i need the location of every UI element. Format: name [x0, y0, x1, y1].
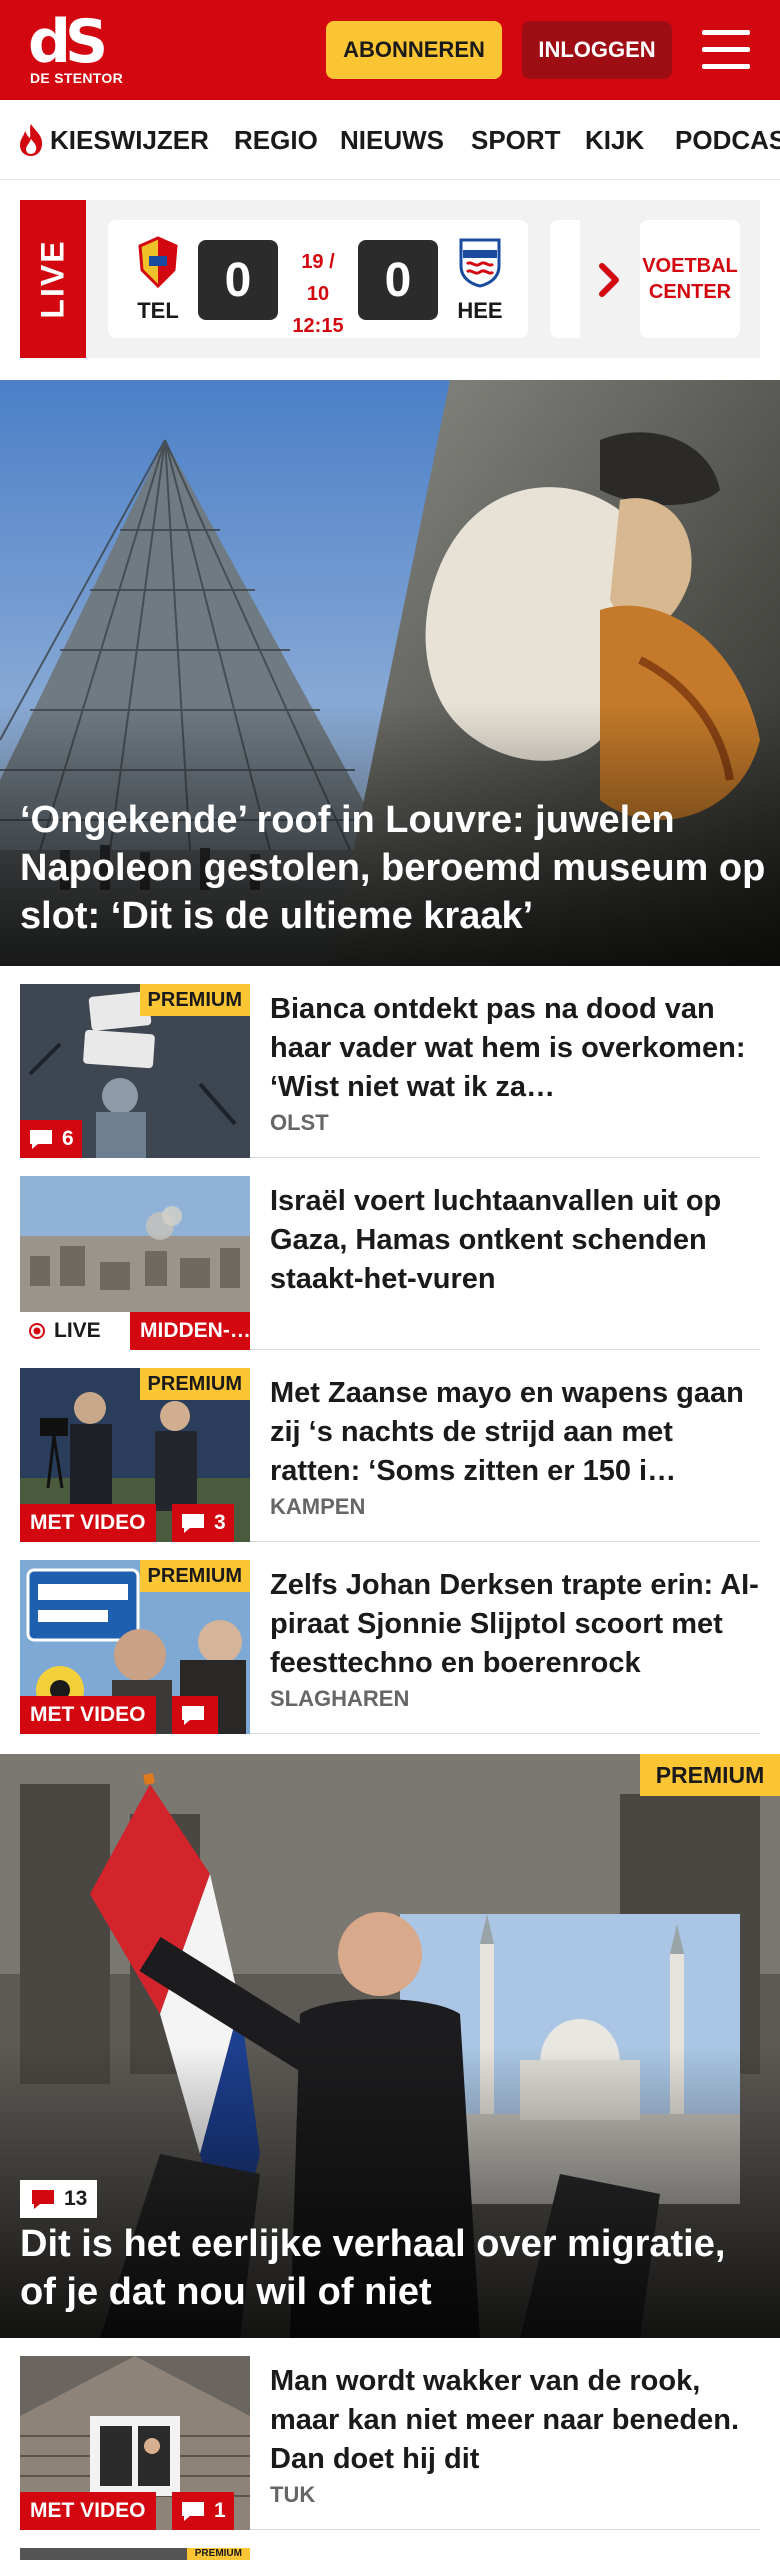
nav-item-nieuws[interactable]: NIEUWS [340, 100, 444, 179]
article-thumbnail: PREMIUM 6 [20, 984, 250, 1158]
article-title[interactable]: Met Zaanse mayo en wapens gaan zij ‘s na… [270, 1374, 760, 1491]
article-location: TUK [270, 2482, 316, 2507]
comment-count[interactable]: 6 [20, 1120, 82, 1158]
comment-icon [182, 1706, 204, 1725]
subscribe-button[interactable]: ABONNEREN [326, 21, 502, 79]
premium-badge: PREMIUM [186, 2548, 250, 2560]
article-title[interactable]: Man wordt wakker van de rook, maar kan n… [270, 2362, 760, 2479]
article-thumbnail: PREMIUM MET VIDEO [20, 1560, 250, 1734]
video-tag[interactable]: MET VIDEO [20, 1696, 156, 1734]
flame-icon [20, 124, 43, 156]
site-header: dS DE STENTOR ABONNEREN INLOGGEN [0, 0, 780, 100]
article-location: KAMPEN [270, 1494, 366, 1519]
video-tag[interactable]: MET VIDEO [20, 2492, 156, 2530]
comment-count[interactable]: 3 [172, 1504, 234, 1542]
section-tag[interactable]: MIDDEN-… [130, 1312, 250, 1350]
match-card-peek[interactable] [550, 220, 580, 338]
comment-icon [182, 2502, 204, 2521]
live-dot-icon [29, 1323, 45, 1339]
article-row[interactable]: MET VIDEO 1 Man wordt wakker van de rook… [20, 2356, 760, 2530]
article-title[interactable]: Israël voert luchtaanvallen uit op Gaza,… [270, 1182, 760, 1299]
hamburger-icon[interactable] [696, 24, 756, 76]
away-team-name: HEE [457, 298, 503, 323]
feature-title[interactable]: Dit is het eerlijke verhaal over migrati… [20, 2220, 760, 2316]
article-title[interactable]: Bianca ontdekt pas na dood van haar vade… [270, 990, 760, 1107]
voetbal-center-button[interactable]: VOETBAL CENTER [640, 220, 740, 338]
nav-item-kieswijzer[interactable]: KIESWIJZER [16, 100, 209, 179]
voetbal-center-line2: CENTER [648, 281, 732, 303]
live-label: LIVE [34, 239, 71, 319]
home-team: TEL [128, 236, 188, 326]
logo-mark: dS [28, 7, 108, 77]
article-row[interactable]: PREMIUM 6 Bianca ontdekt pas na dood van… [20, 984, 760, 1158]
match-date: 19 / 10 [301, 251, 335, 305]
article-title[interactable]: Zelfs Johan Derksen trapte erin: AI-pira… [270, 1566, 760, 1683]
live-badge-label: LIVE [54, 1319, 101, 1342]
live-scores-strip: LIVE TEL 0 19 / 10 12:15 0 HEE VOETBAL C… [20, 200, 760, 358]
article-thumbnail: LIVE MIDDEN-… [20, 1176, 250, 1350]
feature-article[interactable]: PREMIUM 13 Dit is het eerlijke verhaal o… [0, 1754, 780, 2338]
comment-icon [30, 1130, 52, 1149]
comment-count-value: 1 [214, 2499, 226, 2522]
match-datetime: 19 / 10 12:15 [288, 246, 348, 342]
nav-item-podcast[interactable]: PODCAS [675, 100, 780, 179]
comment-count[interactable]: 13 [20, 2180, 98, 2218]
chevron-right-icon[interactable] [580, 250, 640, 310]
article-thumbnail: MET VIDEO 1 [20, 2356, 250, 2530]
match-time: 12:15 [292, 315, 344, 337]
comment-icon [32, 2190, 54, 2209]
logo-subtitle: DE STENTOR [30, 70, 123, 86]
premium-badge: PREMIUM [139, 984, 250, 1016]
away-score: 0 [358, 240, 438, 320]
comment-count-value: 3 [214, 1511, 226, 1534]
nav-label: KIESWIJZER [50, 124, 209, 155]
article-row[interactable]: PREMIUM MET VIDEO Zelfs Johan Derksen tr… [20, 1560, 760, 1734]
login-button[interactable]: INLOGGEN [522, 21, 672, 79]
article-row-peek[interactable]: PREMIUM [20, 2548, 760, 2560]
site-logo[interactable]: dS DE STENTOR [24, 10, 134, 90]
article-row[interactable]: LIVE MIDDEN-… Israël voert luchtaanvalle… [20, 1176, 760, 1350]
video-tag[interactable]: MET VIDEO [20, 1504, 156, 1542]
article-location: OLST [270, 1110, 329, 1135]
live-badge: LIVE [20, 1312, 130, 1350]
nav-item-regio[interactable]: REGIO [234, 100, 318, 179]
page: dS DE STENTOR ABONNEREN INLOGGEN KIESWIJ… [0, 0, 780, 2560]
nav-item-kijk[interactable]: KIJK [585, 100, 644, 179]
live-tag: LIVE [20, 200, 86, 358]
comment-count[interactable] [172, 1696, 218, 1734]
voetbal-center-line1: VOETBAL [642, 255, 738, 277]
premium-badge: PREMIUM [640, 1754, 780, 1796]
article-location: SLAGHAREN [270, 1686, 410, 1711]
comment-count-value: 13 [64, 2187, 88, 2210]
home-team-name: TEL [137, 298, 179, 323]
home-team-crest-icon [138, 236, 178, 289]
away-team-crest-icon [459, 238, 501, 288]
nav-item-sport[interactable]: SPORT [471, 100, 561, 179]
comment-count-value: 6 [62, 1127, 74, 1150]
premium-badge: PREMIUM [139, 1560, 250, 1592]
hero-article[interactable]: ‘Ongekende’ roof in Louvre: juwelen Napo… [0, 380, 780, 966]
article-row[interactable]: PREMIUM MET VIDEO 3 Met Zaanse mayo en w… [20, 1368, 760, 1542]
premium-badge: PREMIUM [139, 1368, 250, 1400]
home-score: 0 [198, 240, 278, 320]
comment-icon [182, 1514, 204, 1533]
comment-count[interactable]: 1 [172, 2492, 234, 2530]
article-thumbnail: PREMIUM [20, 2548, 250, 2560]
article-thumbnail: PREMIUM MET VIDEO 3 [20, 1368, 250, 1542]
match-card[interactable]: TEL 0 19 / 10 12:15 0 HEE [108, 220, 528, 338]
away-team: HEE [450, 236, 510, 326]
hero-title[interactable]: ‘Ongekende’ roof in Louvre: juwelen Napo… [20, 796, 770, 940]
main-nav: KIESWIJZER REGIO NIEUWS SPORT KIJK PODCA… [0, 100, 780, 180]
